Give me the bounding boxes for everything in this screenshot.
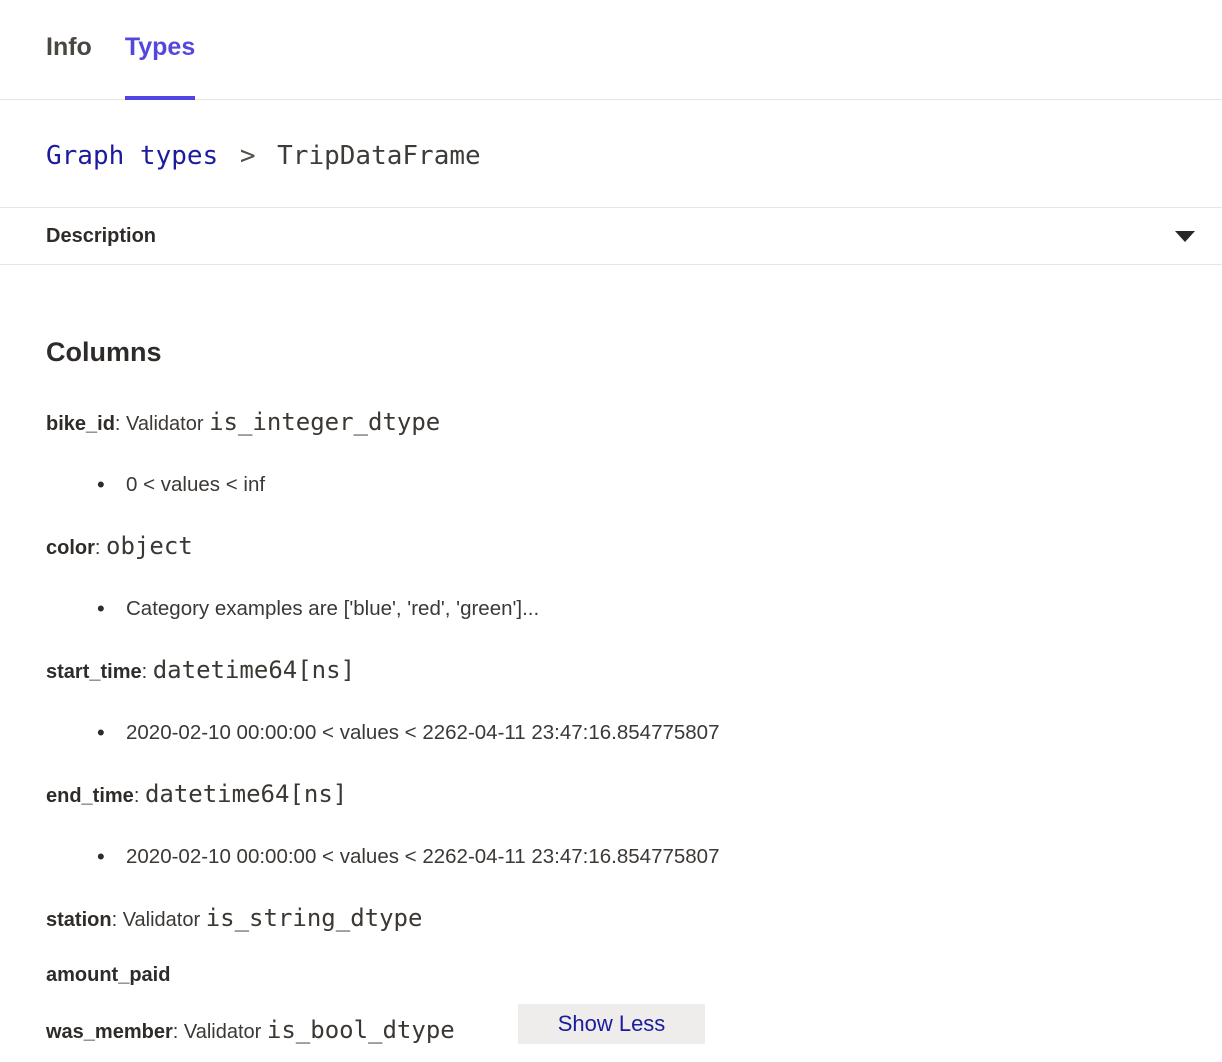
column-def-start-time: start_time: datetime64[ns] <box>46 655 1176 687</box>
chevron-down-icon[interactable] <box>1175 231 1195 242</box>
column-def-end-time: end_time: datetime64[ns] <box>46 779 1176 811</box>
description-label: Description <box>46 225 156 248</box>
end-time-constraints: 2020-02-10 00:00:00 < values < 2262-04-1… <box>46 842 1176 872</box>
dtype-code: datetime64[ns] <box>145 780 347 808</box>
constraint-item: 2020-02-10 00:00:00 < values < 2262-04-1… <box>46 842 1176 872</box>
dtype-code: is_integer_dtype <box>209 408 440 436</box>
column-def-color: color: object <box>46 531 1176 563</box>
tab-info[interactable]: Info <box>46 0 92 99</box>
constraint-item: Category examples are ['blue', 'red', 'g… <box>46 594 1176 624</box>
tab-bar: Info Types <box>0 0 1222 100</box>
breadcrumb-separator: > <box>234 141 262 171</box>
columns-section: Columns bike_id: Validator is_integer_dt… <box>0 336 1222 1047</box>
color-constraints: Category examples are ['blue', 'red', 'g… <box>46 594 1176 624</box>
breadcrumb: Graph types > TripDataFrame <box>0 100 1222 208</box>
columns-heading: Columns <box>46 336 1176 368</box>
column-def-bike-id: bike_id: Validator is_integer_dtype <box>46 407 1176 439</box>
constraint-item: 0 < values < inf <box>46 470 1176 500</box>
tab-types-label: Types <box>125 33 195 62</box>
dtype-code: object <box>106 532 193 560</box>
tab-types[interactable]: Types <box>125 0 195 99</box>
start-time-constraints: 2020-02-10 00:00:00 < values < 2262-04-1… <box>46 718 1176 748</box>
dtype-code: datetime64[ns] <box>153 656 355 684</box>
column-def-station: station: Validator is_string_dtype <box>46 903 1176 935</box>
tab-info-label: Info <box>46 33 92 62</box>
types-page: Info Types Graph types > TripDataFrame D… <box>0 0 1222 1062</box>
description-section-header[interactable]: Description <box>0 208 1222 265</box>
breadcrumb-link-graph-types[interactable]: Graph types <box>46 141 218 171</box>
dtype-code: is_string_dtype <box>206 904 423 932</box>
constraint-item: 2020-02-10 00:00:00 < values < 2262-04-1… <box>46 718 1176 748</box>
column-def-amount-paid: amount_paid <box>46 960 1176 990</box>
breadcrumb-current: TripDataFrame <box>277 141 481 171</box>
bike-id-constraints: 0 < values < inf <box>46 470 1176 500</box>
show-less-button[interactable]: Show Less <box>518 1004 705 1044</box>
dtype-code: is_bool_dtype <box>267 1016 455 1044</box>
